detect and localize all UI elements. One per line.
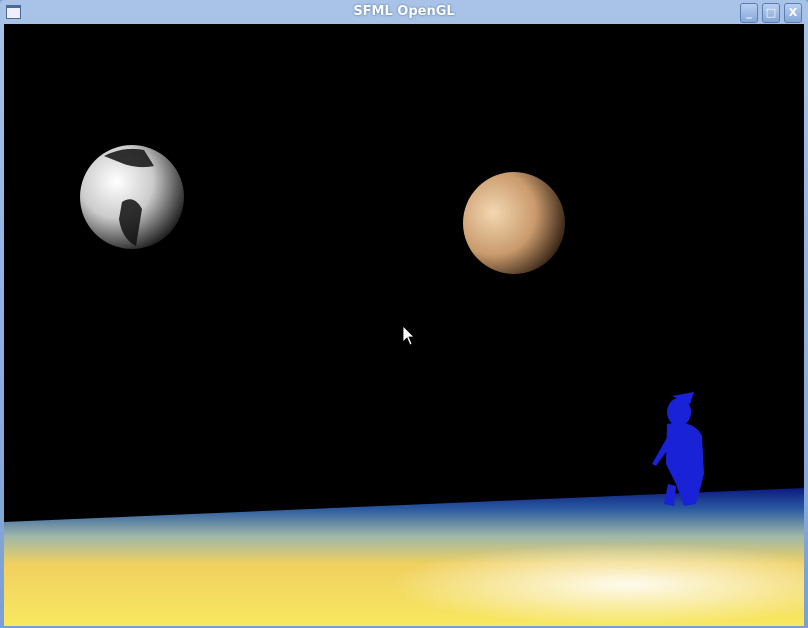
mars-planet [463, 172, 565, 274]
close-button[interactable]: X [784, 3, 802, 23]
minimize-button[interactable]: _ [740, 3, 758, 23]
mouse-cursor-icon [402, 325, 415, 346]
maximize-button[interactable]: □ [762, 3, 780, 23]
app-window: SFML OpenGL _ □ X [0, 0, 808, 628]
opengl-viewport[interactable] [4, 24, 804, 626]
title-bar[interactable]: SFML OpenGL _ □ X [0, 0, 808, 24]
window-title: SFML OpenGL [353, 4, 455, 19]
blue-character-model [652, 392, 704, 506]
moon-planet [80, 145, 184, 249]
ground-terrain [4, 488, 804, 626]
